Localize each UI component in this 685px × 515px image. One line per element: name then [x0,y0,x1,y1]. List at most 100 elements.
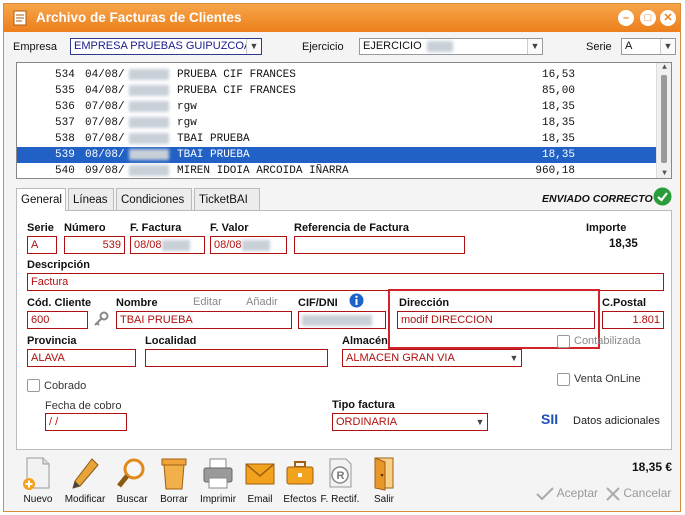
invoice-amount: 18,35 [541,133,575,145]
scroll-up-icon[interactable]: ▲ [657,63,671,72]
redacted-cif [302,314,372,326]
nombre-field[interactable]: TBAI PRUEBA [116,311,292,329]
close-icon[interactable]: ✕ [660,10,676,26]
tab-general[interactable]: General [16,188,66,211]
chevron-down-icon[interactable]: ▼ [507,350,521,366]
ejercicio-select[interactable]: EJERCICIO ▼ [359,38,543,55]
sii-text: SII [541,411,559,427]
redacted-year [129,133,169,144]
invoice-number: 536 [55,101,75,113]
chevron-down-icon[interactable]: ▼ [527,39,542,54]
referencia-field[interactable] [294,236,465,254]
redacted-year [129,117,169,128]
customer-name: rgw [177,101,197,113]
table-row[interactable]: 536 07/08/rgw 18,35 [17,99,657,115]
almacen-select[interactable]: ALMACEN GRAN VIA ▼ [342,349,522,367]
anadir-link[interactable]: Añadir [246,296,278,308]
serie-select[interactable]: A ▼ [621,38,676,55]
f-valor-label: F. Valor [210,222,249,234]
numero-label: Número [64,222,106,234]
fecha-cobro-field[interactable]: / / [45,413,127,431]
table-row[interactable]: 534 04/08/PRUEBA CIF FRANCES 16,53 [17,67,657,83]
tipo-factura-select[interactable]: ORDINARIA ▼ [332,413,488,431]
minimize-icon[interactable]: – [618,10,634,26]
table-row-selected[interactable]: 539 08/08/TBAI PRUEBA 18,35 [17,147,657,163]
new-document-icon [23,457,50,490]
list-scrollbar[interactable]: ▲ ▼ [656,63,671,178]
invoice-date: 04/08/ [85,69,125,81]
nombre-label: Nombre [116,297,158,309]
contabilizada-checkbox[interactable] [557,335,570,348]
serie-field[interactable]: A [27,236,57,254]
venta-online-checkbox[interactable] [557,373,570,386]
redacted-year [426,40,453,52]
sii-logo[interactable]: SII [541,411,558,427]
selector-bar: Empresa EMPRESA PRUEBAS GUIPUZCOA ▼ Ejer… [4,34,680,60]
toolbar-label: Salir [373,494,394,505]
f-factura-field[interactable]: 08/08 [130,236,205,254]
cancel-button[interactable]: Cancelar [606,486,671,501]
pencil-icon [72,458,99,489]
invoice-date: 07/08/ [85,117,125,129]
scroll-thumb[interactable] [661,75,667,163]
briefcase-icon [286,461,314,485]
check-circle-icon [653,187,672,206]
invoice-date: 09/08/ [85,165,125,177]
redacted-year [129,101,169,112]
maximize-icon[interactable]: □ [640,10,656,26]
numero-field[interactable]: 539 [64,236,125,254]
tab-condiciones[interactable]: Condiciones [116,188,192,210]
localidad-field[interactable] [145,349,328,367]
cif-field[interactable] [298,311,386,329]
venta-online-label: Venta OnLine [574,373,641,385]
invoice-amount: 85,00 [541,85,575,97]
importe-value: 18,35 [609,238,638,250]
envelope-icon [245,463,275,485]
exit-door-icon [374,457,394,491]
info-icon[interactable] [349,293,364,308]
cancel-label: Cancelar [623,486,672,500]
scroll-down-icon[interactable]: ▼ [657,169,671,178]
printer-icon [203,458,233,489]
table-row[interactable]: 540 09/08/MIREN IDOIA ARCOIDA IÑARRA 960,1… [17,163,657,178]
accept-button[interactable]: Aceptar [536,486,598,501]
cpostal-field[interactable]: 1.801 [602,311,664,329]
direccion-field[interactable]: modif DIRECCION [397,311,595,329]
table-row[interactable]: 535 04/08/PRUEBA CIF FRANCES 85,00 [17,83,657,99]
nuevo-button[interactable]: Nuevo [16,456,60,508]
cpostal-label: C.Postal [602,297,647,309]
invoice-amount: 18,35 [541,149,575,161]
editar-link[interactable]: Editar [193,296,222,308]
table-row[interactable]: 537 07/08/rgw 18,35 [17,115,657,131]
customer-name: rgw [177,117,197,129]
ejercicio-value: EJERCICIO [363,40,422,52]
tipo-factura-value: ORDINARIA [336,416,398,428]
serie-value: A [625,40,633,52]
chevron-down-icon[interactable]: ▼ [660,39,675,54]
tab-lineas[interactable]: Líneas [68,188,114,210]
invoice-number: 537 [55,117,75,129]
tab-ticketbai[interactable]: TicketBAI [194,188,260,210]
invoice-date: 08/08/ [85,149,125,161]
cod-cliente-field[interactable]: 600 [27,311,88,329]
fecha-cobro-label: Fecha de cobro [45,400,122,412]
salir-button[interactable]: Salir [362,456,406,508]
f-valor-value: 08/08 [214,239,242,251]
title-bar: Archivo de Facturas de Clientes – □ ✕ [4,4,680,32]
invoice-number: 538 [55,133,75,145]
table-row[interactable]: 538 07/08/TBAI PRUEBA 18,35 [17,131,657,147]
datos-adicionales-link[interactable]: Datos adicionales [573,415,660,427]
f-valor-field[interactable]: 08/08 [210,236,287,254]
key-icon[interactable] [93,311,109,327]
x-icon [606,487,620,501]
invoice-date: 04/08/ [85,85,125,97]
modificar-button[interactable]: Modificar [63,456,107,508]
almacen-label: Almacén [342,335,388,347]
chevron-down-icon[interactable]: ▼ [473,414,487,430]
empresa-select[interactable]: EMPRESA PRUEBAS GUIPUZCOA ▼ [70,38,262,55]
invoice-list[interactable]: 534 04/08/PRUEBA CIF FRANCES 16,53 535 04/08… [16,62,672,179]
provincia-field[interactable]: ALAVA [27,349,136,367]
status-text: ENVIADO CORRECTO [542,193,653,205]
chevron-down-icon[interactable]: ▼ [246,39,261,54]
cobrado-checkbox[interactable] [27,379,40,392]
